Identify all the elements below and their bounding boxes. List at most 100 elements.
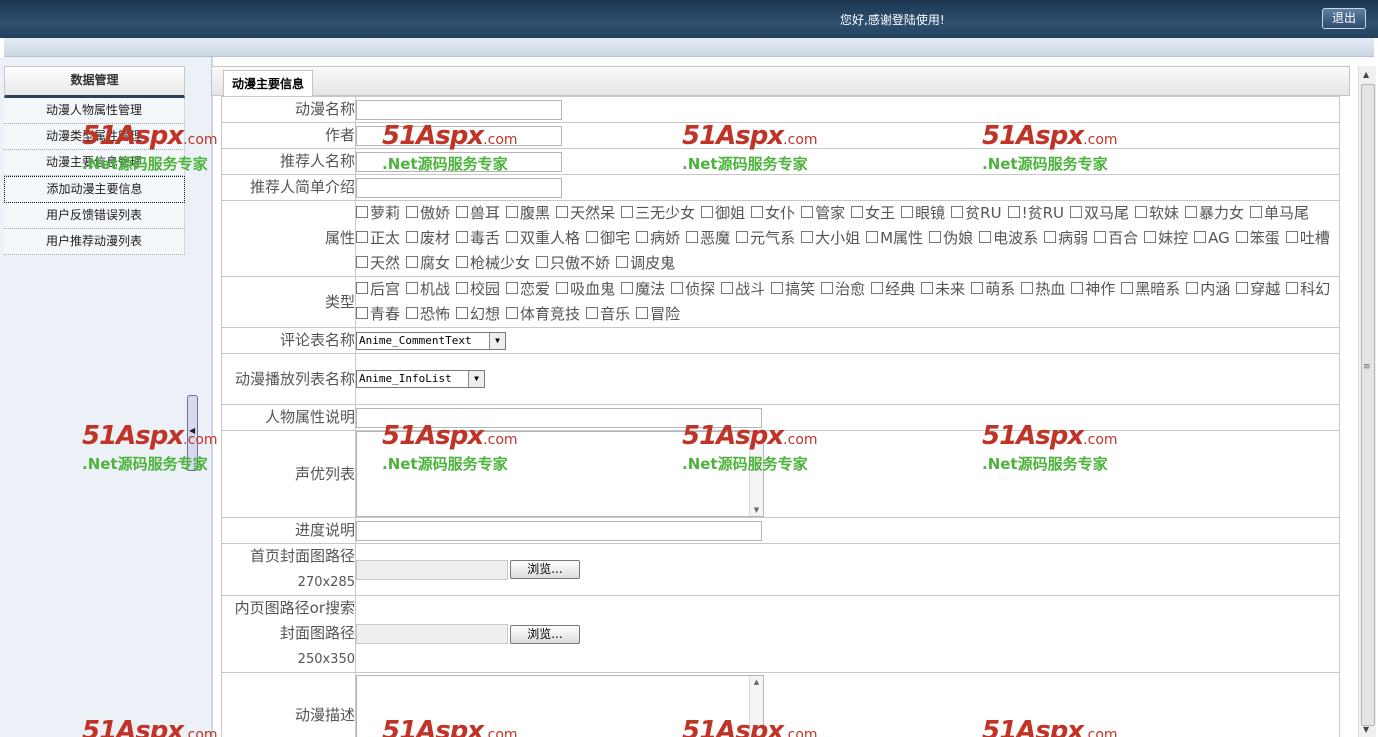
attribute-checkbox[interactable]: 病弱 — [1044, 226, 1088, 251]
checkbox-box[interactable] — [621, 282, 634, 294]
attribute-checkbox[interactable]: 眼镜 — [901, 201, 945, 226]
attribute-checkbox[interactable]: 三无少女 — [621, 201, 695, 226]
checkbox-box[interactable] — [1121, 282, 1134, 294]
sidebar-item-main-info[interactable]: 动漫主要信息管理 — [4, 150, 185, 176]
checkbox-box[interactable] — [1094, 231, 1107, 243]
sidebar-item-add-main-info[interactable]: 添加动漫主要信息 — [4, 176, 185, 203]
checkbox-box[interactable] — [586, 231, 599, 243]
checkbox-box[interactable] — [821, 282, 834, 294]
type-checkbox[interactable]: 吸血鬼 — [556, 277, 615, 302]
sidebar-item-user-recommendations[interactable]: 用户推荐动漫列表 — [4, 229, 185, 255]
scroll-down-icon[interactable]: ▼ — [750, 506, 763, 514]
checkbox-box[interactable] — [456, 206, 469, 218]
checkbox-box[interactable] — [971, 282, 984, 294]
attribute-checkbox[interactable]: 御宅 — [586, 226, 630, 251]
attribute-checkbox[interactable]: 调皮鬼 — [616, 251, 675, 276]
attribute-checkbox[interactable]: 天然呆 — [556, 201, 615, 226]
checkbox-box[interactable] — [406, 256, 419, 268]
page-scrollbar[interactable]: ▲ ≡ ▼ — [1358, 66, 1376, 737]
attribute-checkbox[interactable]: !贫RU — [1007, 201, 1064, 226]
type-checkbox[interactable]: 幻想 — [456, 302, 500, 327]
checkbox-box[interactable] — [621, 206, 634, 218]
checkbox-box[interactable] — [356, 256, 368, 268]
checkbox-box[interactable] — [456, 231, 469, 243]
checkbox-box[interactable] — [1286, 282, 1299, 294]
checkbox-box[interactable] — [671, 282, 684, 294]
checkbox-box[interactable] — [1144, 231, 1157, 243]
attribute-checkbox[interactable]: 傲娇 — [406, 201, 450, 226]
checkbox-box[interactable] — [456, 282, 469, 294]
checkbox-box[interactable] — [1185, 206, 1198, 218]
type-checkbox[interactable]: 冒险 — [636, 302, 680, 327]
attribute-checkbox[interactable]: 吐槽 — [1285, 226, 1330, 251]
checkbox-box[interactable] — [456, 256, 469, 268]
attribute-checkbox[interactable]: 腹黑 — [506, 201, 550, 226]
type-checkbox[interactable]: 后宫 — [356, 277, 400, 302]
sidebar-item-type-attrs[interactable]: 动漫类型属性管理 — [4, 124, 185, 150]
logout-button[interactable]: 退出 — [1322, 8, 1366, 29]
type-checkbox[interactable]: 搞笑 — [771, 277, 815, 302]
attribute-checkbox[interactable]: 毒舌 — [456, 226, 500, 251]
checkbox-box[interactable] — [356, 206, 368, 218]
attribute-checkbox[interactable]: 病娇 — [636, 226, 680, 251]
name-input[interactable] — [356, 99, 562, 120]
type-checkbox[interactable]: 校园 — [456, 277, 500, 302]
voice-actors-textarea[interactable]: ▼ — [356, 431, 764, 517]
type-checkbox[interactable]: 黑暗系 — [1121, 277, 1180, 302]
attribute-checkbox[interactable]: 恶魔 — [686, 226, 730, 251]
checkbox-box[interactable] — [1186, 282, 1199, 294]
attribute-checkbox[interactable]: 双马尾 — [1070, 201, 1129, 226]
char-attr-desc-input[interactable] — [356, 407, 762, 428]
type-checkbox[interactable]: 内涵 — [1186, 277, 1230, 302]
inner-cover-browse-button[interactable]: 浏览... — [510, 624, 580, 644]
attribute-checkbox[interactable]: AG — [1194, 226, 1230, 251]
checkbox-box[interactable] — [636, 307, 649, 319]
checkbox-box[interactable] — [406, 282, 419, 294]
checkbox-box[interactable] — [871, 282, 884, 294]
checkbox-box[interactable] — [1236, 282, 1249, 294]
attribute-checkbox[interactable]: 废材 — [406, 226, 450, 251]
checkbox-box[interactable] — [456, 307, 469, 319]
checkbox-box[interactable] — [866, 231, 879, 243]
scroll-up-icon[interactable]: ▲ — [750, 678, 763, 686]
checkbox-box[interactable] — [1135, 206, 1148, 218]
checkbox-box[interactable] — [736, 231, 749, 243]
checkbox-box[interactable] — [1070, 206, 1082, 218]
tab-main-info[interactable]: 动漫主要信息 — [223, 70, 313, 96]
checkbox-box[interactable] — [556, 282, 569, 294]
attribute-checkbox[interactable]: 大小姐 — [801, 226, 860, 251]
attribute-checkbox[interactable]: 贫RU — [951, 201, 1002, 226]
attribute-checkbox[interactable]: 萝莉 — [356, 201, 400, 226]
type-checkbox[interactable]: 治愈 — [821, 277, 865, 302]
attribute-checkbox[interactable]: 天然 — [356, 251, 400, 276]
attribute-checkbox[interactable]: 妹控 — [1144, 226, 1188, 251]
attribute-checkbox[interactable]: 百合 — [1094, 226, 1138, 251]
type-checkbox[interactable]: 经典 — [871, 277, 915, 302]
attribute-checkbox[interactable]: 暴力女 — [1185, 201, 1244, 226]
checkbox-box[interactable] — [1071, 282, 1084, 294]
attribute-checkbox[interactable]: 正太 — [356, 226, 400, 251]
sidebar-collapse-handle[interactable]: ◀ — [187, 395, 198, 471]
checkbox-box[interactable] — [356, 282, 368, 294]
attribute-checkbox[interactable]: 笨蛋 — [1235, 226, 1280, 251]
home-cover-file-input[interactable] — [356, 559, 508, 580]
comment-table-select[interactable]: Anime_CommentText ▼ — [356, 331, 506, 350]
attribute-checkbox[interactable]: 女仆 — [751, 201, 795, 226]
checkbox-box[interactable] — [556, 206, 569, 218]
type-checkbox[interactable]: 科幻 — [1286, 277, 1330, 302]
checkbox-box[interactable] — [356, 307, 368, 319]
textarea-scrollbar[interactable]: ▲ — [749, 675, 763, 737]
checkbox-box[interactable] — [356, 231, 368, 243]
checkbox-box[interactable] — [751, 206, 764, 218]
scroll-down-icon[interactable]: ▼ — [1363, 725, 1369, 734]
author-input[interactable] — [356, 125, 562, 146]
checkbox-box[interactable] — [1007, 206, 1020, 218]
attribute-checkbox[interactable]: 枪械少女 — [456, 251, 530, 276]
textarea-scrollbar[interactable]: ▼ — [749, 432, 763, 516]
checkbox-box[interactable] — [636, 231, 649, 243]
checkbox-box[interactable] — [1250, 206, 1263, 218]
attribute-checkbox[interactable]: 单马尾 — [1250, 201, 1309, 226]
checkbox-box[interactable] — [406, 206, 419, 218]
type-checkbox[interactable]: 萌系 — [971, 277, 1015, 302]
checkbox-box[interactable] — [506, 307, 519, 319]
